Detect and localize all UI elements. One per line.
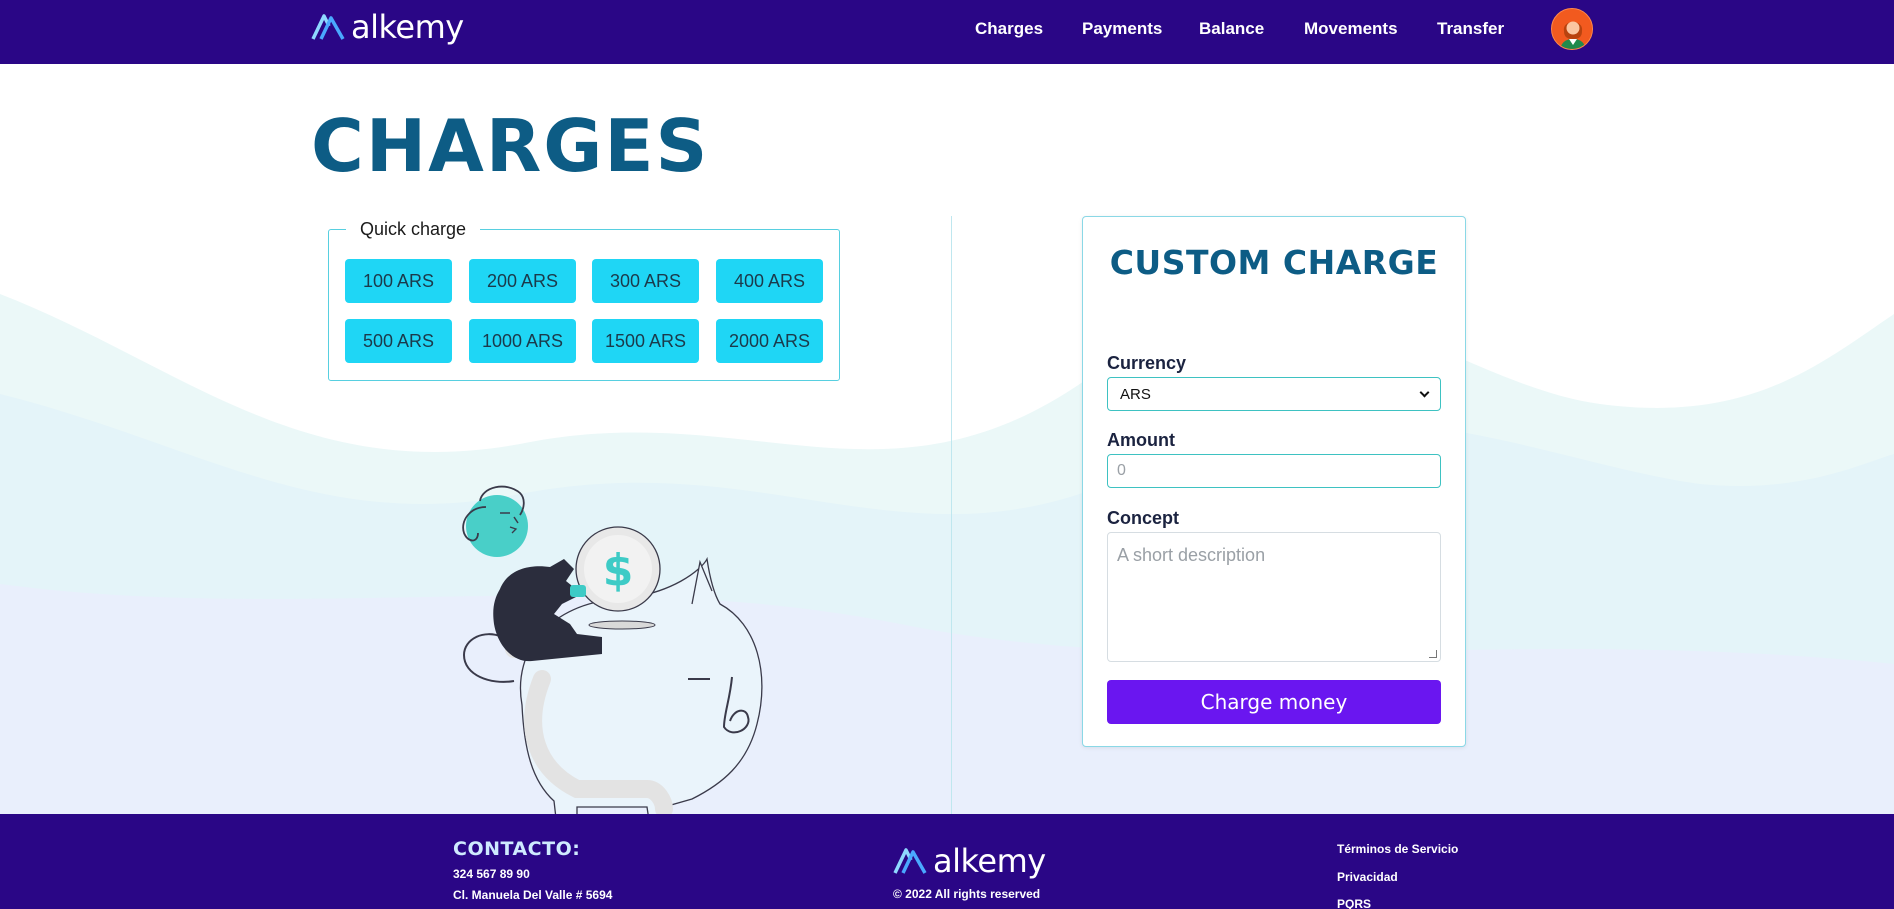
footer-link-pqrs[interactable]: PQRS	[1337, 897, 1371, 909]
amount-placeholder: 0	[1117, 462, 1126, 479]
resize-handle-icon[interactable]	[1429, 650, 1437, 658]
concept-label: Concept	[1107, 508, 1179, 528]
logo-text: alkemy	[351, 8, 464, 46]
footer-logo-text: alkemy	[933, 842, 1046, 880]
concept-placeholder: A short description	[1117, 545, 1266, 565]
quick-charge-2000-button[interactable]: 2000 ARS	[716, 319, 823, 363]
concept-textarea[interactable]: A short description	[1107, 532, 1441, 662]
quick-charge-400-button[interactable]: 400 ARS	[716, 259, 823, 303]
svg-text:$: $	[603, 545, 634, 596]
nav-link-charges[interactable]: Charges	[975, 19, 1043, 39]
nav-link-payments[interactable]: Payments	[1082, 19, 1162, 39]
background-waves	[0, 294, 1894, 814]
page-footer: CONTACTO: 324 567 89 90 Cl. Manuela Del …	[0, 814, 1894, 909]
alkemy-logo-icon	[893, 848, 927, 874]
amount-label: Amount	[1107, 430, 1175, 450]
currency-select[interactable]: ARS	[1107, 377, 1441, 411]
charge-money-button[interactable]: Charge money	[1107, 680, 1441, 724]
footer-link-terms[interactable]: Términos de Servicio	[1337, 842, 1458, 856]
quick-charge-1500-button[interactable]: 1500 ARS	[592, 319, 699, 363]
quick-charge-legend: Quick charge	[346, 219, 481, 240]
column-divider	[951, 216, 952, 814]
top-navbar: alkemy Charges Payments Balance Movement…	[0, 0, 1894, 64]
quick-charge-300-button[interactable]: 300 ARS	[592, 259, 699, 303]
chevron-down-icon	[1419, 387, 1430, 397]
alkemy-logo[interactable]: alkemy	[311, 8, 464, 46]
footer-link-privacy[interactable]: Privacidad	[1337, 870, 1398, 884]
page-title: CHARGES	[311, 104, 710, 188]
contact-address: Cl. Manuela Del Valle # 5694	[453, 888, 613, 902]
quick-charge-panel: Quick charge 100 ARS 200 ARS 300 ARS 400…	[328, 219, 840, 381]
quick-charge-500-button[interactable]: 500 ARS	[345, 319, 452, 363]
footer-logo[interactable]: alkemy	[893, 842, 1046, 880]
contact-phone: 324 567 89 90	[453, 867, 530, 881]
custom-charge-card: CUSTOM CHARGE Currency ARS Amount 0 Conc…	[1082, 216, 1466, 747]
user-avatar[interactable]	[1551, 8, 1593, 50]
currency-select-value: ARS	[1120, 385, 1151, 403]
nav-link-balance[interactable]: Balance	[1199, 19, 1264, 39]
quick-charge-100-button[interactable]: 100 ARS	[345, 259, 452, 303]
custom-charge-title: CUSTOM CHARGE	[1109, 243, 1439, 282]
contact-title: CONTACTO:	[453, 838, 581, 860]
nav-link-movements[interactable]: Movements	[1304, 19, 1398, 39]
piggy-bank-illustration: $	[462, 485, 763, 814]
currency-label: Currency	[1107, 353, 1187, 373]
alkemy-logo-icon	[311, 14, 345, 40]
quick-charge-200-button[interactable]: 200 ARS	[469, 259, 576, 303]
charges-main: CHARGES Quick charge 100 ARS 200 ARS 300…	[0, 64, 1894, 814]
quick-charge-1000-button[interactable]: 1000 ARS	[469, 319, 576, 363]
nav-link-transfer[interactable]: Transfer	[1437, 19, 1504, 39]
amount-input[interactable]: 0	[1107, 454, 1441, 488]
user-avatar-icon	[1552, 9, 1592, 49]
copyright-text: © 2022 All rights reserved	[893, 887, 1041, 901]
